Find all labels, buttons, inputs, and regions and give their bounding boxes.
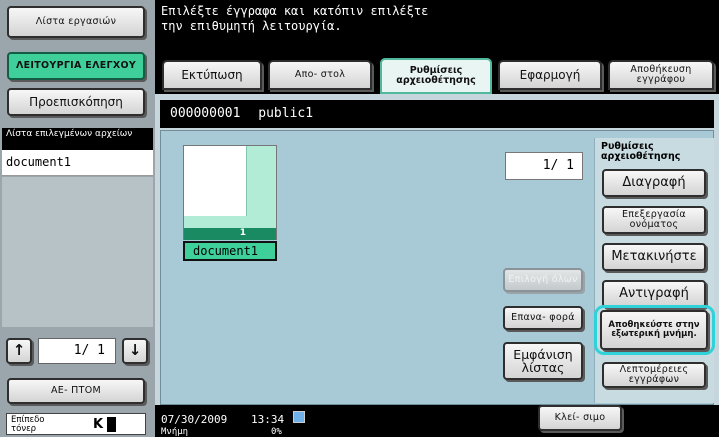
tab-application[interactable]: Εφαρμογή bbox=[498, 60, 602, 90]
memory-label: Μνήμη bbox=[161, 427, 189, 437]
toner-indicator: Επίπεδο τόνερ K bbox=[6, 413, 146, 435]
box-info-bar: 000000001 public1 bbox=[160, 100, 714, 128]
tab-print[interactable]: Εκτύπωση bbox=[162, 60, 262, 90]
message-bar: Επιλέξτε έγγραφα και κατόπιν επιλέξτε τη… bbox=[155, 0, 719, 52]
tab-filing-settings[interactable]: Ρυθμίσεις αρχειοθέτησης bbox=[380, 58, 492, 94]
preview-button[interactable]: Προεπισκόπηση bbox=[7, 88, 145, 116]
page-counter: 1/ 1 bbox=[38, 338, 116, 364]
box-name: public1 bbox=[258, 106, 314, 121]
status-date: 07/30/2009 bbox=[161, 413, 228, 426]
status-bar: 07/30/2009 13:34 Μνήμη 0% bbox=[155, 405, 719, 437]
select-all-button[interactable]: Επιλογή όλων bbox=[503, 268, 583, 292]
page-indicator: 1/ 1 bbox=[505, 152, 583, 180]
down-arrow-icon[interactable]: ↓ bbox=[122, 338, 148, 364]
tab-document-storage[interactable]: Αποθήκευση εγγράφου bbox=[608, 60, 714, 90]
selected-list-header: Λίστα επιλεγμένων αρχείων bbox=[2, 128, 153, 150]
toner-level-bar bbox=[107, 417, 116, 432]
page-badge: 1 bbox=[184, 228, 276, 240]
list-area bbox=[2, 177, 153, 327]
network-icon bbox=[293, 411, 305, 423]
stop-button[interactable]: ΑΕ- ΠΤΟΜ bbox=[7, 378, 145, 404]
up-arrow-icon[interactable]: ↑ bbox=[6, 338, 32, 364]
delete-button[interactable]: Διαγραφή bbox=[602, 169, 706, 197]
list-item[interactable]: document1 bbox=[2, 150, 153, 176]
functions-button[interactable]: ΛΕΙΤΟΥΡΓΙΑ ΕΛΕΓΧΟΥ bbox=[7, 52, 145, 80]
toner-label: Επίπεδο τόνερ bbox=[11, 415, 45, 434]
toner-color: K bbox=[93, 417, 104, 432]
list-view-button[interactable]: Εμφάνιση λίστας bbox=[503, 342, 583, 380]
panel-header: Ρυθμίσεις αρχειοθέτησης bbox=[601, 141, 681, 162]
status-time: 13:34 bbox=[251, 413, 285, 426]
tab-send[interactable]: Απο- στολ bbox=[268, 60, 372, 90]
close-button[interactable]: Κλεί- σιμο bbox=[538, 405, 622, 431]
copy-button[interactable]: Αντιγραφή bbox=[602, 280, 706, 308]
box-number: 000000001 bbox=[170, 106, 241, 121]
edit-name-button[interactable]: Επεξεργασία ονόματος bbox=[602, 206, 706, 234]
move-button[interactable]: Μετακινήστε bbox=[602, 243, 706, 271]
memory-value: 0% bbox=[271, 427, 282, 437]
document-name-label[interactable]: document1 bbox=[183, 241, 277, 261]
document-details-button[interactable]: Λεπτομέρειες εγγράφων bbox=[602, 362, 706, 388]
message-line-1: Επιλέξτε έγγραφα και κατόπιν επιλέξτε bbox=[161, 4, 429, 18]
message-line-2: την επιθυμητή λειτουργία. bbox=[161, 19, 342, 33]
reset-button[interactable]: Επανα- φορά bbox=[503, 306, 583, 330]
job-list-button[interactable]: Λίστα εργασιών bbox=[7, 6, 145, 38]
save-external-memory-button[interactable]: Αποθηκεύστε στην εξωτερική μνήμη. bbox=[600, 310, 708, 350]
left-panel: Λίστα εργασιών ΛΕΙΤΟΥΡΓΙΑ ΕΛΕΓΧΟΥ Προεπι… bbox=[0, 0, 155, 437]
document-thumbnail[interactable]: 1 bbox=[183, 145, 277, 240]
